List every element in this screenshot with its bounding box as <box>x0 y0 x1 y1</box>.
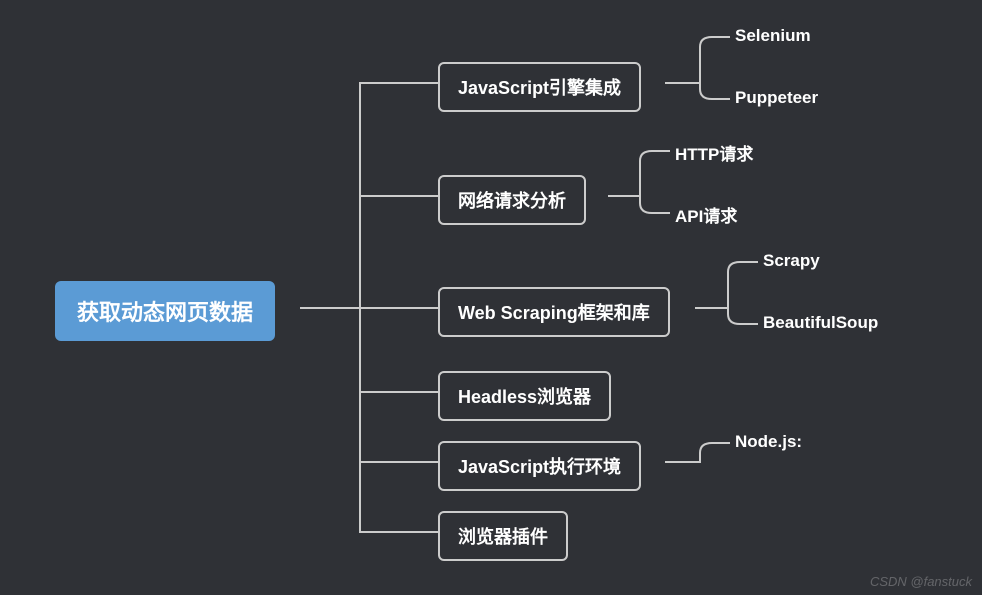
leaf-label: Puppeteer <box>735 88 818 107</box>
branch-label: JavaScript执行环境 <box>458 457 621 477</box>
branch-browser-plugin[interactable]: 浏览器插件 <box>438 511 568 561</box>
branch-js-runtime[interactable]: JavaScript执行环境 <box>438 441 641 491</box>
leaf-label: BeautifulSoup <box>763 313 878 332</box>
leaf-http[interactable]: HTTP请求 <box>675 140 753 165</box>
leaf-puppeteer[interactable]: Puppeteer <box>735 88 818 108</box>
branch-label: 浏览器插件 <box>458 527 548 547</box>
branch-label: 网络请求分析 <box>458 191 566 211</box>
branch-web-scraping[interactable]: Web Scraping框架和库 <box>438 287 670 337</box>
branch-label: JavaScript引擎集成 <box>458 78 621 98</box>
leaf-bs4[interactable]: BeautifulSoup <box>763 313 878 333</box>
leaf-label: API请求 <box>675 207 737 226</box>
leaf-scrapy[interactable]: Scrapy <box>763 251 820 271</box>
branch-network-analysis[interactable]: 网络请求分析 <box>438 175 586 225</box>
leaf-label: Node.js: <box>735 432 802 451</box>
leaf-nodejs[interactable]: Node.js: <box>735 432 802 452</box>
watermark: CSDN @fanstuck <box>870 574 972 589</box>
branch-label: Web Scraping框架和库 <box>458 303 650 323</box>
mindmap-root-node[interactable]: 获取动态网页数据 <box>55 281 275 341</box>
leaf-label: Selenium <box>735 26 811 45</box>
leaf-label: HTTP请求 <box>675 145 753 164</box>
leaf-selenium[interactable]: Selenium <box>735 26 811 46</box>
branch-label: Headless浏览器 <box>458 387 591 407</box>
root-label: 获取动态网页数据 <box>77 300 253 325</box>
branch-headless[interactable]: Headless浏览器 <box>438 371 611 421</box>
leaf-api[interactable]: API请求 <box>675 202 737 227</box>
leaf-label: Scrapy <box>763 251 820 270</box>
branch-js-engine[interactable]: JavaScript引擎集成 <box>438 62 641 112</box>
